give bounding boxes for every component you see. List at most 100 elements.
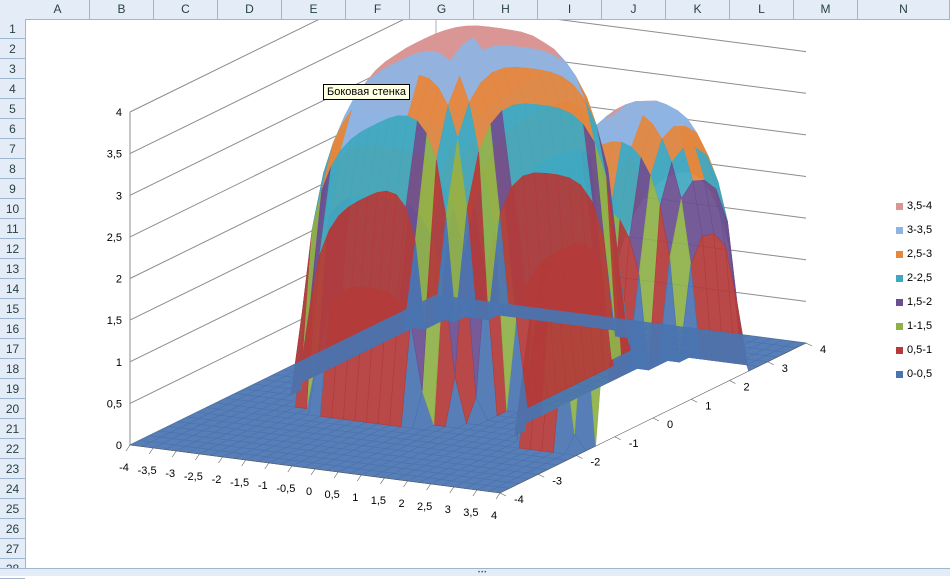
column-header-n[interactable]: N (858, 0, 950, 19)
z-tick-label: 2,5 (107, 232, 122, 244)
row-header-7[interactable]: 7 (0, 139, 25, 159)
x-tick-label: -1 (258, 480, 268, 492)
legend-label: 3,5-4 (907, 200, 932, 212)
column-header-g[interactable]: G (410, 0, 474, 19)
y-tick-label: 2 (744, 382, 750, 394)
row-header-5[interactable]: 5 (0, 99, 25, 119)
legend-entry[interactable]: 3,5-4 (896, 200, 932, 214)
y-tick-label: 0 (667, 419, 673, 431)
row-header-bar: 1234567891011121314151617181920212223242… (0, 19, 26, 575)
z-tick-label: 1,5 (107, 315, 122, 327)
row-header-18[interactable]: 18 (0, 359, 25, 379)
row-header-21[interactable]: 21 (0, 419, 25, 439)
column-header-i[interactable]: I (538, 0, 602, 19)
column-header-a[interactable]: A (26, 0, 90, 19)
legend-label: 0-0,5 (907, 368, 932, 380)
row-header-14[interactable]: 14 (0, 279, 25, 299)
y-tick-mark (806, 343, 812, 346)
x-tick-mark (126, 445, 130, 451)
column-header-k[interactable]: K (666, 0, 730, 19)
x-tick-mark (219, 457, 223, 463)
column-header-c[interactable]: C (154, 0, 218, 19)
tooltip: Боковая стенка (323, 84, 410, 100)
column-header-e[interactable]: E (282, 0, 346, 19)
y-tick-label: -4 (514, 494, 524, 506)
legend-swatch-icon (896, 323, 903, 330)
legend-label: 2-2,5 (907, 272, 932, 284)
legend-entry[interactable]: 0-0,5 (896, 368, 932, 382)
x-tick-label: 1,5 (371, 495, 386, 507)
column-header-m[interactable]: M (794, 0, 858, 19)
y-tick-mark (691, 399, 697, 402)
x-tick-label: 3 (445, 504, 451, 516)
x-tick-mark (450, 487, 454, 493)
row-header-10[interactable]: 10 (0, 199, 25, 219)
legend-entry[interactable]: 3-3,5 (896, 224, 932, 238)
y-tick-label: -3 (552, 475, 562, 487)
legend-label: 3-3,5 (907, 224, 932, 236)
row-header-20[interactable]: 20 (0, 399, 25, 419)
x-tick-mark (288, 466, 292, 472)
z-tick-label: 2 (116, 274, 122, 286)
x-tick-mark (242, 460, 246, 466)
y-tick-mark (653, 418, 659, 421)
row-header-8[interactable]: 8 (0, 159, 25, 179)
row-header-22[interactable]: 22 (0, 439, 25, 459)
x-tick-label: 2,5 (417, 501, 432, 513)
row-header-26[interactable]: 26 (0, 519, 25, 539)
x-tick-mark (195, 454, 199, 460)
y-tick-mark (577, 456, 583, 459)
row-header-6[interactable]: 6 (0, 119, 25, 139)
column-header-f[interactable]: F (346, 0, 410, 19)
legend-swatch-icon (896, 203, 903, 210)
x-tick-label: -0,5 (276, 483, 295, 495)
x-tick-label: -3 (165, 468, 175, 480)
chart-area[interactable]: 00,511,522,533,54-4-3,5-3-2,5-2-1,5-1-0,… (26, 20, 950, 568)
row-header-16[interactable]: 16 (0, 319, 25, 339)
row-header-27[interactable]: 27 (0, 539, 25, 559)
y-tick-mark (538, 474, 544, 477)
row-header-13[interactable]: 13 (0, 259, 25, 279)
y-tick-mark (615, 437, 621, 440)
row-header-3[interactable]: 3 (0, 59, 25, 79)
x-tick-label: -4 (119, 462, 129, 474)
x-tick-label: 4 (491, 510, 497, 522)
z-tick-label: 1 (116, 357, 122, 369)
column-header-d[interactable]: D (218, 0, 282, 19)
legend-entry[interactable]: 2,5-3 (896, 248, 932, 262)
row-header-2[interactable]: 2 (0, 39, 25, 59)
row-header-15[interactable]: 15 (0, 299, 25, 319)
x-tick-mark (149, 448, 153, 454)
row-header-1[interactable]: 1 (0, 19, 25, 39)
x-tick-mark (473, 490, 477, 496)
row-header-11[interactable]: 11 (0, 219, 25, 239)
z-tick-label: 3 (116, 190, 122, 202)
row-header-23[interactable]: 23 (0, 459, 25, 479)
legend-entry[interactable]: 1-1,5 (896, 320, 932, 334)
legend-swatch-icon (896, 371, 903, 378)
row-header-4[interactable]: 4 (0, 79, 25, 99)
legend-entry[interactable]: 1,5-2 (896, 296, 932, 310)
x-tick-label: 0,5 (324, 489, 339, 501)
x-tick-label: 3,5 (463, 507, 478, 519)
x-tick-mark (380, 478, 384, 484)
legend-swatch-icon (896, 227, 903, 234)
y-tick-label: -1 (629, 438, 639, 450)
row-header-17[interactable]: 17 (0, 339, 25, 359)
row-header-12[interactable]: 12 (0, 239, 25, 259)
row-header-24[interactable]: 24 (0, 479, 25, 499)
legend-entry[interactable]: 2-2,5 (896, 272, 932, 286)
y-tick-mark (768, 362, 774, 365)
x-tick-label: -2 (212, 474, 222, 486)
row-header-25[interactable]: 25 (0, 499, 25, 519)
legend-label: 1,5-2 (907, 296, 932, 308)
column-header-b[interactable]: B (90, 0, 154, 19)
column-header-h[interactable]: H (474, 0, 538, 19)
resize-grip-icon[interactable]: ••• (478, 570, 487, 576)
column-header-l[interactable]: L (730, 0, 794, 19)
y-tick-mark (500, 493, 506, 496)
row-header-19[interactable]: 19 (0, 379, 25, 399)
legend-entry[interactable]: 0,5-1 (896, 344, 932, 358)
column-header-j[interactable]: J (602, 0, 666, 19)
row-header-9[interactable]: 9 (0, 179, 25, 199)
